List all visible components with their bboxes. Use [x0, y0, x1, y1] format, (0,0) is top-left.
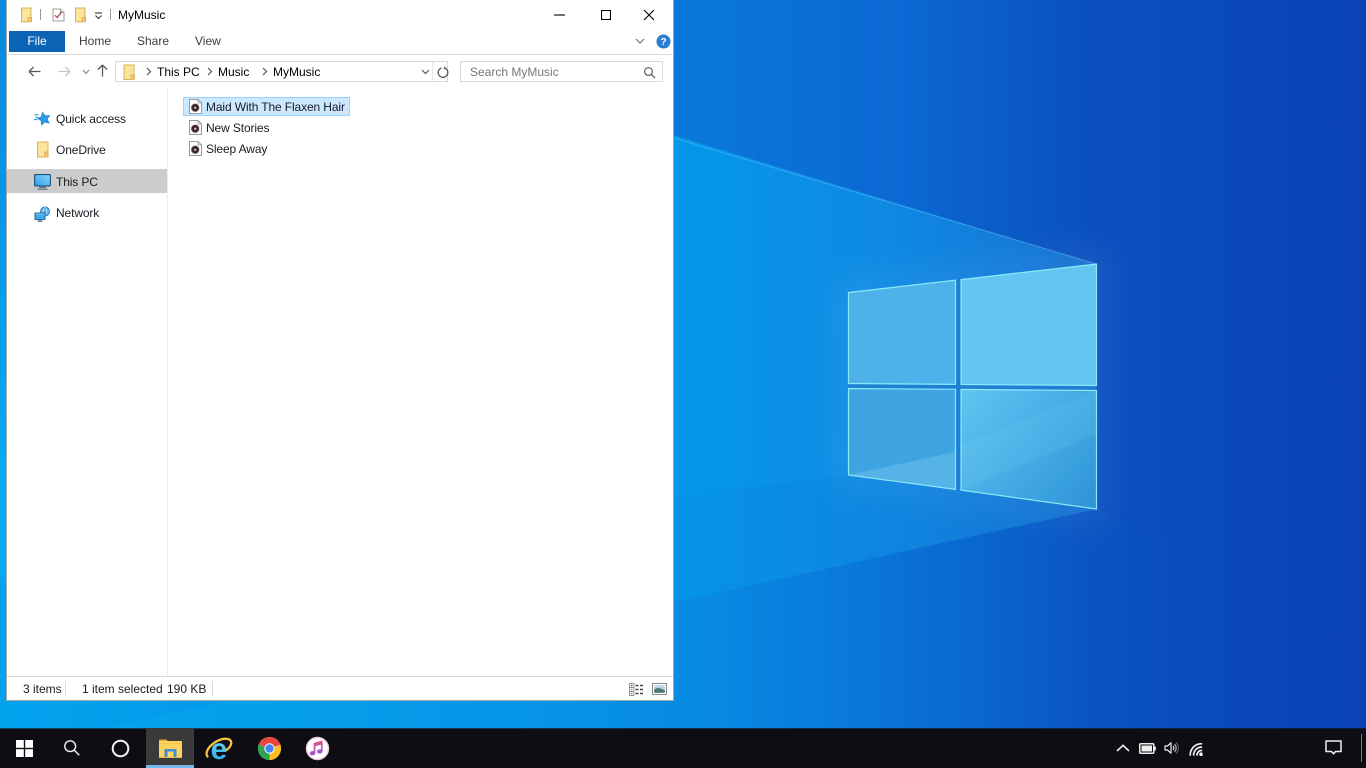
- svg-text:?: ?: [660, 37, 666, 48]
